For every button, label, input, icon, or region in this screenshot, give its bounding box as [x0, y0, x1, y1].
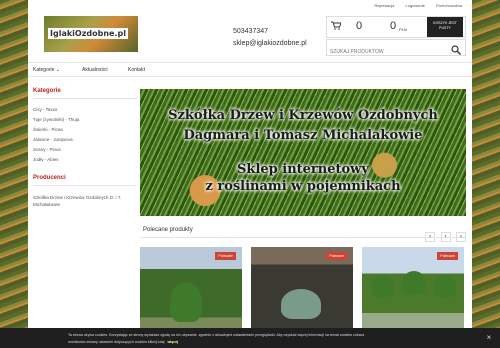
cart-count: 0	[356, 20, 363, 32]
product-image-plant	[434, 275, 456, 297]
banner-line-3: Sklep internetowy	[237, 162, 369, 177]
cookie-bar: Ta strona używa cookies. Korzystając ze …	[0, 328, 500, 348]
register-link[interactable]: Rejestracja	[374, 3, 394, 8]
carousel-controls: ‹ › ›	[424, 225, 466, 243]
cart-total: 0	[390, 20, 397, 32]
search-box	[326, 39, 466, 60]
next-arrow-icon[interactable]: ›	[440, 232, 451, 242]
category-item[interactable]: Sosny - Pinus	[33, 145, 138, 155]
producer-link[interactable]: Szkółka Drzew i Krzewów Ozdobnych D. i T…	[33, 194, 133, 208]
banner-line-2: Dagmara i Tomasz Michalakowie	[183, 128, 423, 143]
categories-title: Kategorie	[33, 88, 137, 99]
prev-arrow-icon[interactable]: ‹	[425, 232, 436, 242]
background-right	[472, 0, 500, 348]
banner-line-4: z roślinami w pojemnikach	[205, 179, 401, 194]
logo-text: IglakiOzdobne.pl	[48, 28, 128, 39]
featured-badge: Polecane	[215, 252, 236, 260]
main-nav: Kategorie ⌄ Aktualności Kontakt	[28, 62, 472, 77]
phone-number: 503437347	[233, 28, 269, 35]
banner-line-1: Szkółka Drzew i Krzewów Ozdobnych	[168, 108, 438, 123]
producers-title: Producenci	[33, 175, 137, 186]
page: Rejestracja Logowanie Przechowalnia Igla…	[28, 0, 472, 348]
product-image-plant	[402, 271, 426, 295]
contact-info: 503437347 sklep@iglakiozdobne.pl	[233, 26, 307, 50]
nav-item-news[interactable]: Aktualności	[82, 67, 108, 73]
close-icon[interactable]: ×	[484, 333, 494, 343]
product-card[interactable]: Polecane	[140, 247, 242, 335]
background-left	[0, 0, 28, 348]
hero-banner[interactable]: Szkółka Drzew i Krzewów Ozdobnych Dagmar…	[140, 89, 466, 216]
featured-badge: Polecane	[437, 252, 458, 260]
product-image-plant	[281, 289, 321, 319]
logo[interactable]: IglakiOzdobne.pl	[44, 16, 138, 52]
cookie-text-line-2: możliwości zmiany ustawień dotyczących c…	[68, 340, 179, 344]
search-icon[interactable]	[451, 42, 461, 55]
nav-item-contact[interactable]: Kontakt	[128, 67, 145, 73]
product-image-plant	[170, 282, 202, 322]
login-link[interactable]: Logowanie	[406, 3, 425, 8]
chevron-down-icon: ⌄	[55, 67, 60, 73]
nav-item-categories[interactable]: Kategorie ⌄	[33, 67, 60, 73]
product-image-plant	[372, 275, 394, 297]
next-page-icon[interactable]: ›	[456, 232, 466, 242]
email-address[interactable]: sklep@iglakiozdobne.pl	[233, 38, 307, 50]
cart-currency: PLN	[399, 27, 407, 32]
watched-link[interactable]: Przechowalnia	[436, 3, 462, 8]
category-item[interactable]: Świerki - Picea	[33, 125, 138, 135]
cart-icon[interactable]	[331, 21, 342, 32]
search-input[interactable]	[327, 44, 437, 60]
cart-button[interactable]: KOSZYK JEST PUSTY	[427, 17, 463, 37]
category-item[interactable]: Cisy - Taxus	[33, 105, 138, 115]
cookie-more-link[interactable]: więcej	[167, 340, 178, 344]
cart-widget[interactable]: 0 0 PLN KOSZYK JEST PUSTY	[326, 16, 466, 38]
featured-header: Polecane produkty ‹ › ›	[140, 224, 466, 242]
sidebar: Kategorie Cisy - Taxus Tuje (żywotniki) …	[28, 88, 138, 208]
category-item[interactable]: Tuje (żywotniki) - Thuja	[33, 115, 138, 125]
featured-badge: Polecane	[326, 252, 347, 260]
product-card[interactable]: Polecane	[362, 247, 464, 335]
featured-title: Polecane produkty	[143, 227, 193, 233]
category-item[interactable]: Jałowce - Juniperus	[33, 135, 138, 145]
cookie-text-line-1: Ta strona używa cookies. Korzystając ze …	[68, 333, 365, 337]
top-links: Rejestracja Logowanie Przechowalnia	[364, 3, 462, 8]
product-card[interactable]: Polecane	[251, 247, 353, 335]
category-item[interactable]: Jodły - Abies	[33, 155, 138, 165]
category-list: Cisy - Taxus Tuje (żywotniki) - Thuja Św…	[33, 105, 138, 165]
